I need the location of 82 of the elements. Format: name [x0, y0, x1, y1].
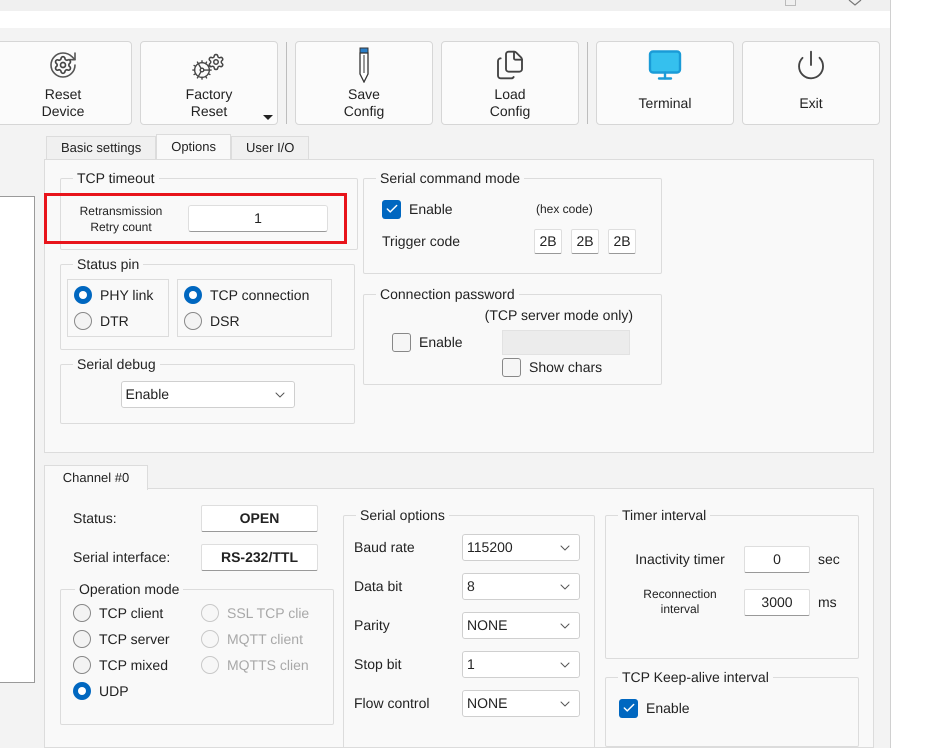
pencil-icon [358, 47, 370, 83]
checkbox[interactable] [382, 200, 401, 218]
unit-label: sec [818, 550, 840, 569]
field-label: Serial interface: [73, 548, 172, 567]
maximize-icon[interactable] [785, 0, 796, 6]
close-icon[interactable] [848, 0, 862, 6]
radio-button[interactable] [73, 630, 91, 648]
radio-label: MQTTS clien [227, 656, 309, 675]
note-text: (TCP server mode only) [484, 306, 633, 325]
dropdown[interactable]: 1 [462, 651, 580, 678]
toolbar-button[interactable]: Reset Device [0, 41, 132, 125]
input-field[interactable]: 3000 [744, 588, 810, 616]
field-label: Reconnection interval [642, 587, 718, 617]
checkbox-label: Enable [409, 200, 453, 218]
dropdown[interactable]: 8 [462, 573, 580, 600]
radio-button[interactable] [73, 682, 91, 700]
radio-label: TCP client [99, 604, 164, 622]
group-title: Serial command mode [379, 169, 522, 188]
gear-arrows-icon [47, 49, 79, 81]
field-label: Baud rate [354, 538, 416, 557]
dropdown[interactable]: NONE [462, 612, 580, 639]
radio-label: TCP server [99, 630, 170, 648]
checkbox[interactable] [619, 698, 638, 718]
group-title: Serial options [359, 506, 446, 525]
group-title: TCP timeout [76, 169, 156, 188]
toolbar-button[interactable]: Terminal [596, 41, 734, 125]
checkbox-label: Show chars [529, 358, 602, 376]
field-label: Parity [354, 616, 391, 635]
tab[interactable]: Options [156, 134, 232, 159]
radio-label: TCP mixed [99, 656, 168, 674]
tab[interactable]: User I/O [231, 136, 310, 160]
field-label: Retransmission Retry count [78, 202, 164, 234]
radio-button[interactable] [74, 286, 92, 304]
group-title: Operation mode [78, 580, 180, 599]
code-field[interactable]: 2B [608, 229, 636, 254]
tab[interactable]: Basic settings [46, 136, 156, 160]
dropdown[interactable]: NONE [462, 690, 580, 717]
toolbar-button[interactable]: Factory Reset [140, 41, 278, 125]
dropdown[interactable]: 115200 [462, 534, 580, 561]
toolbar-button[interactable]: Load Config [441, 41, 579, 125]
unit-label: ms [818, 592, 837, 612]
group-title: Serial debug [76, 355, 157, 374]
radio-button[interactable] [73, 656, 91, 674]
field-label: Stop bit [354, 655, 402, 674]
field-label: Trigger code [382, 232, 462, 251]
field-label: Data bit [354, 577, 404, 596]
hint-text: (hex code) [536, 201, 593, 218]
value-display: RS-232/TTL [201, 544, 318, 571]
code-field[interactable]: 2B [571, 229, 599, 254]
field-label: Inactivity timer [634, 550, 726, 569]
input-field[interactable]: 0 [744, 546, 810, 573]
checkbox[interactable] [502, 358, 521, 376]
radio-button[interactable] [74, 312, 92, 330]
group-title: Timer interval [621, 506, 708, 525]
toolbar-button[interactable]: Exit [742, 41, 880, 125]
toolbar-button[interactable]: Save Config [295, 41, 433, 125]
field-label: Status: [73, 509, 118, 528]
group-title: Status pin [76, 255, 140, 274]
checkbox-label: Enable [419, 333, 463, 352]
dropdown-arrow-icon[interactable] [263, 115, 273, 120]
dropdown[interactable]: Enable [120, 381, 294, 408]
documents-icon [494, 49, 526, 81]
code-field[interactable]: 2B [534, 229, 562, 254]
input-field[interactable]: 1 [188, 205, 328, 232]
group-title: TCP Keep-alive interval [621, 668, 770, 687]
radio-button[interactable] [73, 604, 91, 622]
group-title: Connection password [379, 285, 516, 304]
radio-label: PHY link [100, 286, 154, 304]
radio-label: DSR [210, 312, 240, 330]
checkbox[interactable] [392, 333, 411, 352]
radio-label: SSL TCP clie [227, 604, 310, 622]
power-icon [795, 49, 827, 81]
tab[interactable]: Channel #0 [44, 465, 148, 490]
checkbox-label: Enable [646, 698, 690, 718]
radio-button[interactable] [184, 286, 202, 304]
radio-label: UDP [99, 682, 129, 700]
radio-label: TCP connection [210, 286, 310, 304]
value-display: OPEN [201, 505, 318, 532]
field-label: Flow control [354, 694, 430, 713]
radio-label: DTR [100, 312, 129, 330]
radio-button[interactable] [184, 312, 202, 330]
radio-label: MQTT client [227, 630, 303, 649]
